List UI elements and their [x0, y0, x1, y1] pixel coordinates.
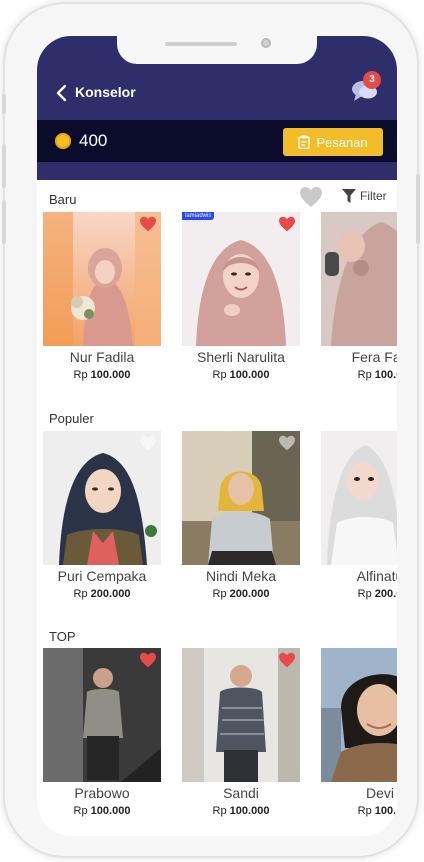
front-camera	[261, 38, 271, 48]
counselor-price: Rp 100.000	[212, 805, 270, 817]
counselor-photo	[182, 648, 300, 782]
favorite-heart-icon[interactable]	[278, 652, 296, 668]
counselor-photo	[182, 431, 300, 565]
counselor-price: Rp 100.000	[73, 805, 131, 817]
filter-button[interactable]: Filter	[341, 188, 387, 204]
header-stripe	[37, 162, 397, 180]
speaker-grill	[165, 42, 237, 46]
counselor-name: Nindi Meka	[205, 568, 277, 584]
counselor-price: Rp 100.000	[73, 369, 131, 381]
favorite-heart-icon[interactable]	[139, 216, 157, 232]
counselor-card[interactable]: Alfinatu Rp 200.0	[321, 431, 397, 605]
coin-balance: 400	[79, 131, 108, 150]
pesanan-button[interactable]: Pesanan	[283, 128, 383, 156]
counselor-name: Nur Fadila	[69, 349, 135, 365]
counselor-card[interactable]: Devi Rp 100.0	[321, 648, 397, 822]
counselor-card[interactable]: Puri Cempaka Rp 200.000	[43, 431, 161, 605]
counselor-name: Puri Cempaka	[57, 568, 147, 584]
coin-icon	[55, 133, 71, 149]
filter-label: Filter	[360, 189, 387, 203]
counselor-photo	[321, 648, 397, 782]
counselor-card[interactable]: Prabowo Rp 100.000	[43, 648, 161, 822]
counselor-price: Rp 100.0	[357, 805, 397, 817]
favorite-heart-icon[interactable]	[278, 435, 296, 451]
favorites-heart-icon[interactable]	[299, 186, 323, 208]
favorite-heart-icon[interactable]	[139, 435, 157, 451]
counselor-photo	[43, 431, 161, 565]
app-screen: Konselor 3 400 Pesanan Baru Filter Nur F…	[37, 36, 397, 836]
counselor-photo	[182, 212, 300, 346]
favorite-heart-icon[interactable]	[139, 652, 157, 668]
counselor-photo	[321, 431, 397, 565]
clipboard-icon	[298, 135, 311, 149]
pesanan-label: Pesanan	[316, 134, 368, 150]
counselor-name: Sandi	[223, 785, 259, 801]
counselor-card[interactable]: Sandi Rp 100.000	[182, 648, 300, 822]
counselor-photo	[43, 212, 161, 346]
wallet-bar: 400 Pesanan	[37, 120, 397, 162]
notch	[117, 36, 317, 64]
counselor-photo	[321, 212, 397, 346]
photo-watermark-tag: lamiadwis	[182, 212, 215, 220]
counselor-name: Alfinatu	[356, 568, 397, 584]
counselor-name: Fera Fad	[351, 349, 397, 365]
counselor-card[interactable]: Nindi Meka Rp 200.000	[182, 431, 300, 605]
counselor-name: Sherli Narulita	[197, 349, 285, 365]
volume-down-button	[2, 200, 6, 244]
filter-funnel-icon	[342, 189, 356, 203]
counselor-card[interactable]: Nur Fadila Rp 100.000	[43, 212, 161, 386]
counselor-price: Rp 200.0	[357, 588, 397, 600]
counselor-price: Rp 200.000	[212, 588, 270, 600]
back-arrow-icon[interactable]	[51, 82, 73, 104]
power-button	[416, 174, 420, 244]
counselor-name: Devi	[365, 785, 394, 801]
counselor-price: Rp 100.000	[212, 369, 270, 381]
counselor-price: Rp 100.0	[357, 369, 397, 381]
section-label-top: TOP	[49, 629, 76, 644]
volume-up-button	[2, 144, 6, 188]
counselor-card[interactable]: lamiadwis Sherli Narulita Rp 100.000	[182, 212, 300, 386]
counselor-name: Prabowo	[74, 785, 130, 801]
counselor-price: Rp 200.000	[73, 588, 131, 600]
counselor-card[interactable]: Fera Fad Rp 100.0	[321, 212, 397, 386]
phone-frame: Konselor 3 400 Pesanan Baru Filter Nur F…	[2, 4, 420, 856]
chat-notification-badge: 3	[363, 71, 381, 89]
favorite-heart-icon[interactable]	[278, 216, 296, 232]
section-label-populer: Populer	[49, 411, 94, 426]
section-label-baru: Baru	[49, 192, 77, 207]
counselor-photo	[43, 648, 161, 782]
mute-switch	[2, 94, 6, 114]
page-title: Konselor	[75, 84, 136, 100]
